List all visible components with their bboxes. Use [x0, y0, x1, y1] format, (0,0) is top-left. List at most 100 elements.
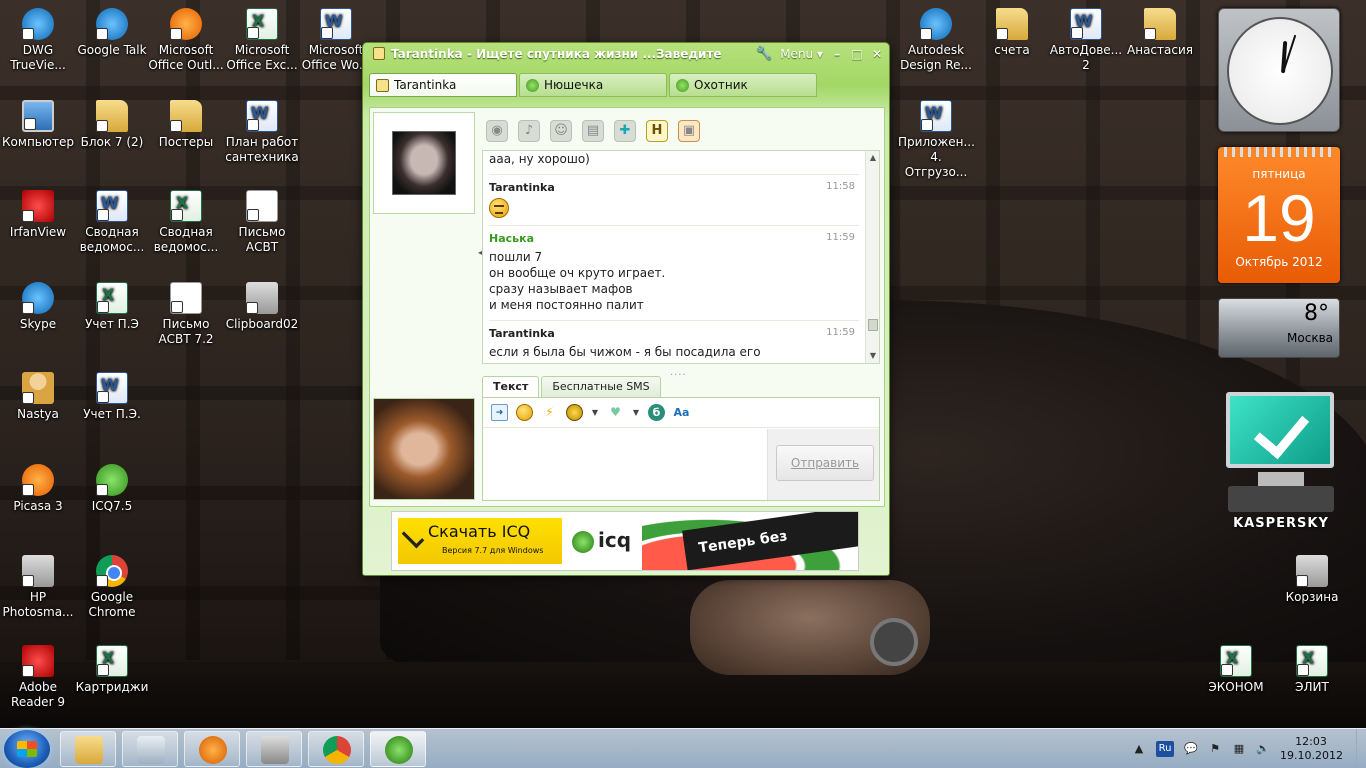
- volume-icon[interactable]: 🔊: [1256, 742, 1270, 756]
- smiley-picker-icon[interactable]: [516, 404, 533, 421]
- maximize-button[interactable]: □: [851, 43, 863, 65]
- tab-tarantinka[interactable]: Tarantinka: [369, 73, 517, 97]
- calendar-rings: [1224, 147, 1334, 157]
- window-titlebar[interactable]: Tarantinka - Ищете спутника жизни ...Зав…: [363, 43, 889, 65]
- smiley-icon: [489, 198, 509, 218]
- download-icq-block[interactable]: Скачать ICQ Версия 7.7 для Windows: [398, 518, 562, 564]
- history-icon[interactable]: H: [646, 120, 668, 142]
- desktop-icon-excel[interactable]: Microsoft Office Exc...: [224, 8, 300, 73]
- desktop-icon-recycle-bin[interactable]: Корзина: [1274, 555, 1350, 605]
- desktop-icon-pismo-asvt-72[interactable]: Письмо АСВТ 7.2: [148, 282, 224, 347]
- icq-flower-icon: [676, 79, 689, 92]
- desktop-icon-svodnaya-word[interactable]: Сводная ведомос...: [74, 190, 150, 255]
- file-transfer-icon[interactable]: ▤: [582, 120, 604, 142]
- splitter-handle[interactable]: ····: [670, 370, 687, 381]
- webcam-icon[interactable]: ◉: [486, 120, 508, 142]
- desktop-icon-anastasia[interactable]: Анастасия: [1122, 8, 1198, 58]
- desktop-icon-scheta[interactable]: счета: [974, 8, 1050, 58]
- desktop-icon-chrome[interactable]: Google Chrome: [74, 555, 150, 620]
- send-file-icon[interactable]: ➜: [491, 404, 508, 421]
- tab-free-sms[interactable]: Бесплатные SMS: [541, 376, 661, 397]
- clock-gadget[interactable]: [1218, 8, 1340, 132]
- lightning-icon[interactable]: ⚡: [541, 404, 558, 421]
- bold-text-icon[interactable]: б: [648, 404, 665, 421]
- desktop-icon-avtodov[interactable]: АвтоДове... 2: [1048, 8, 1124, 73]
- ad-banner[interactable]: Скачать ICQ Версия 7.7 для Windows icq Т…: [391, 511, 859, 571]
- chevron-down-icon[interactable]: ▼: [632, 404, 640, 421]
- scroll-up-icon[interactable]: ▲: [866, 151, 879, 165]
- desktop-icon-uchet-word[interactable]: Учет П.Э.: [74, 372, 150, 422]
- start-button[interactable]: [4, 730, 50, 768]
- desktop-icon-adobe-reader[interactable]: Adobe Reader 9: [0, 645, 76, 710]
- desktop-icon-prilozhenie[interactable]: Приложен... 4. Отгрузо...: [898, 100, 975, 180]
- kaspersky-gadget[interactable]: KASPERSKY: [1222, 388, 1340, 531]
- desktop-icon-blok7[interactable]: Блок 7 (2): [74, 100, 150, 150]
- flag-icon[interactable]: ⚑: [1208, 742, 1222, 756]
- chevron-down-icon[interactable]: ▼: [591, 404, 599, 421]
- desktop-icon-autodesk[interactable]: Autodesk Design Re...: [898, 8, 974, 73]
- taskbar-calculator[interactable]: [122, 731, 178, 767]
- chat-bubble-icon[interactable]: 💬: [1184, 742, 1198, 756]
- microphone-icon[interactable]: ♪: [518, 120, 540, 142]
- tray-clock[interactable]: 12:03 19.10.2012: [1280, 735, 1343, 763]
- desktop-icon-svodnaya-excel[interactable]: Сводная ведомос...: [148, 190, 224, 255]
- gift-icon[interactable]: ♥: [607, 404, 624, 421]
- desktop-icon-skype[interactable]: Skype: [0, 282, 76, 332]
- scroll-down-icon[interactable]: ▼: [866, 349, 879, 363]
- animated-smiley-icon[interactable]: [566, 404, 583, 421]
- message-input[interactable]: [483, 429, 767, 500]
- close-button[interactable]: ✕: [871, 43, 883, 65]
- word-doc-icon: [96, 372, 128, 404]
- contact-avatar[interactable]: [373, 112, 475, 214]
- desktop-icon-google-talk[interactable]: Google Talk: [74, 8, 150, 58]
- contact-card-icon[interactable]: ▣: [678, 120, 700, 142]
- desktop-icon-icq[interactable]: ICQ7.5: [74, 464, 150, 514]
- send-button[interactable]: Отправить: [776, 445, 874, 481]
- taskbar-printer[interactable]: [246, 731, 302, 767]
- desktop-icon-picasa[interactable]: Picasa 3: [0, 464, 76, 514]
- show-hidden-icons-icon[interactable]: ▲: [1132, 742, 1146, 756]
- desktop-icon-elit[interactable]: ЭЛИТ: [1274, 645, 1350, 695]
- word-doc-icon: [1070, 8, 1102, 40]
- desktop-icon-dwg[interactable]: DWG TrueVie...: [0, 8, 76, 73]
- scroll-thumb[interactable]: [868, 319, 878, 331]
- wrench-icon[interactable]: 🔧: [756, 43, 772, 65]
- desktop-icon-hp-photosmart[interactable]: HP Photosma...: [0, 555, 76, 620]
- desktop-icon-nastya[interactable]: Nastya: [0, 372, 76, 422]
- history-scrollbar[interactable]: ▲ ▼: [865, 151, 879, 363]
- show-desktop-button[interactable]: [1356, 729, 1366, 768]
- desktop-icon-kartridzhi[interactable]: Картриджи: [74, 645, 150, 695]
- minimize-button[interactable]: –: [831, 43, 843, 65]
- gamepad-icon[interactable]: ✚: [614, 120, 636, 142]
- network-icon[interactable]: ▦: [1232, 742, 1246, 756]
- message-sender: Tarantinka: [489, 181, 555, 194]
- desktop-icon-postery[interactable]: Постеры: [148, 100, 224, 150]
- calendar-gadget[interactable]: пятница 19 Октябрь 2012: [1218, 147, 1340, 283]
- taskbar-explorer[interactable]: [60, 731, 116, 767]
- desktop-icon-pismo-asvt[interactable]: Письмо АСВТ: [224, 190, 300, 255]
- tab-text[interactable]: Текст: [482, 376, 540, 397]
- taskbar-icq[interactable]: [370, 731, 426, 767]
- group-chat-icon[interactable]: ☺: [550, 120, 572, 142]
- desktop-icon-plan-rabot[interactable]: План работ сантехника: [224, 100, 300, 165]
- desktop-icon-irfanview[interactable]: IrfanView: [0, 190, 76, 240]
- tab-nyushechka[interactable]: Нюшечка: [519, 73, 667, 97]
- calculator-icon: [137, 736, 165, 764]
- kaspersky-toolbar[interactable]: [1228, 486, 1334, 512]
- taskbar-chrome[interactable]: [308, 731, 364, 767]
- menu-button[interactable]: Menu ▾: [780, 43, 823, 65]
- desktop-icon-ekonom[interactable]: ЭКОНОМ: [1198, 645, 1274, 695]
- desktop-icon-uchet-excel[interactable]: Учет П.Э: [74, 282, 150, 332]
- desktop-icon-outlook[interactable]: Microsoft Office Outl...: [148, 8, 224, 73]
- kaspersky-logo: KASPERSKY: [1233, 516, 1329, 531]
- taskbar-media-player[interactable]: [184, 731, 240, 767]
- own-avatar[interactable]: [373, 398, 475, 500]
- input-tabs: Текст Бесплатные SMS: [482, 376, 661, 397]
- icq-chat-window: Tarantinka - Ищете спутника жизни ...Зав…: [362, 42, 890, 576]
- tab-okhotnik[interactable]: Охотник: [669, 73, 817, 97]
- weather-gadget[interactable]: 8° Москва: [1218, 298, 1340, 358]
- desktop-icon-clipboard02[interactable]: Clipboard02: [224, 282, 300, 332]
- desktop-icon-computer[interactable]: Компьютер: [0, 100, 76, 150]
- language-indicator[interactable]: Ru: [1156, 741, 1174, 757]
- font-style-icon[interactable]: Aa: [673, 404, 690, 421]
